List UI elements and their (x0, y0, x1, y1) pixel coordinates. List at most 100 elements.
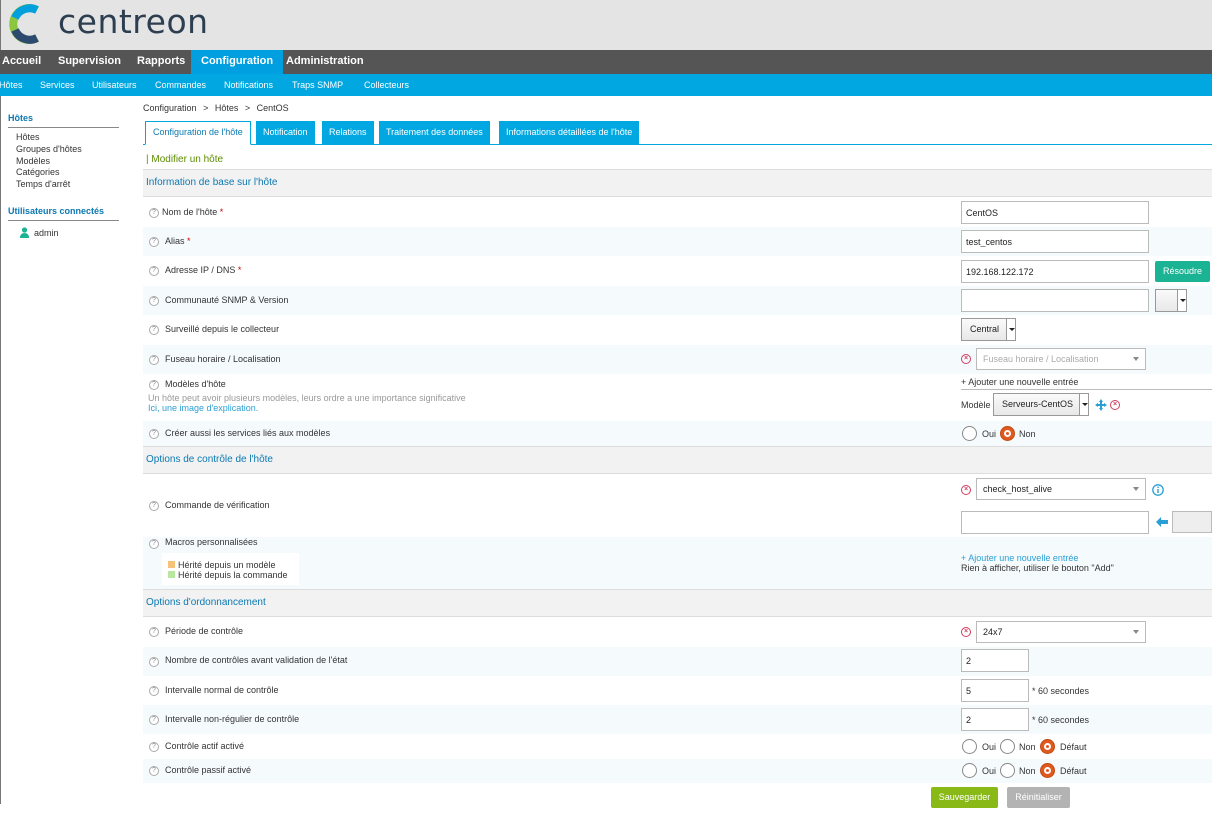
help-icon[interactable]: ? (149, 380, 159, 390)
help-icon[interactable]: ? (149, 627, 159, 637)
clear-icon[interactable]: × (961, 354, 971, 364)
resolve-button[interactable]: Résoudre (1155, 261, 1211, 282)
breadcrumb-hotes[interactable]: Hôtes (215, 103, 239, 113)
create-services-non-radio[interactable] (1000, 426, 1015, 441)
help-icon[interactable]: ? (149, 766, 159, 776)
snmp-community-input[interactable] (961, 289, 1149, 312)
move-icon[interactable] (1095, 399, 1107, 411)
sidebar-users-title: Utilisateurs connectés (8, 206, 105, 216)
check-command-select[interactable]: check_host_alive (976, 478, 1146, 500)
main-nav: Accueil Supervision Rapports Configurati… (0, 50, 1212, 74)
field-label: Intervalle non-régulier de contrôle (165, 714, 300, 724)
section-title: Options d'ordonnancement (146, 597, 266, 608)
poller-select[interactable]: Central (961, 318, 1016, 341)
field-label: Modèles d'hôte (165, 379, 226, 389)
subnav-utilisateurs[interactable]: Utilisateurs (92, 74, 137, 96)
add-macro-link[interactable]: + Ajouter une nouvelle entrée (961, 553, 1078, 563)
nav-administration[interactable]: Administration (276, 50, 374, 74)
sidebar-item-temps-arret[interactable]: Temps d'arrêt (16, 179, 70, 189)
breadcrumb-configuration[interactable]: Configuration (143, 103, 197, 113)
active-checks-non-radio[interactable] (1000, 739, 1015, 754)
tab-notification[interactable]: Notification (256, 121, 315, 144)
subnav-commandes[interactable]: Commandes (155, 74, 206, 96)
retry-interval-input[interactable] (961, 708, 1029, 731)
clear-icon[interactable]: × (961, 485, 971, 495)
help-icon[interactable]: ? (149, 715, 159, 725)
breadcrumb-separator: > (203, 103, 209, 113)
centreon-logo-icon[interactable] (7, 4, 47, 44)
tab-relations[interactable]: Relations (322, 121, 374, 144)
info-icon[interactable] (1152, 484, 1164, 496)
subnav-hotes[interactable]: Hôtes (0, 74, 23, 96)
section-check-options: Options de contrôle de l'hôte (143, 446, 1212, 474)
active-checks-oui-radio[interactable] (962, 739, 977, 754)
check-period-select[interactable]: 24x7 (976, 621, 1146, 643)
sidebar-item-modeles[interactable]: Modèles (16, 156, 50, 166)
passive-checks-oui-radio[interactable] (962, 763, 977, 778)
subnav-services[interactable]: Services (40, 74, 75, 96)
help-icon[interactable]: ? (149, 539, 159, 549)
args-helper-box[interactable] (1172, 511, 1212, 533)
help-icon[interactable]: ? (149, 266, 159, 276)
passive-checks-defaut-radio[interactable] (1040, 763, 1055, 778)
nav-configuration[interactable]: Configuration (191, 50, 284, 74)
help-icon[interactable]: ? (149, 742, 159, 752)
section-basic-info: Information de base sur l'hôte (143, 169, 1212, 197)
macros-empty-text: Rien à afficher, utiliser le bouton "Add… (961, 563, 1114, 573)
tab-informations[interactable]: Informations détaillées de l'hôte (499, 121, 640, 144)
sidebar-item-groupes[interactable]: Groupes d'hôtes (16, 144, 82, 154)
sidebar-user-admin[interactable]: admin (34, 228, 59, 238)
check-command-args-input[interactable] (961, 511, 1149, 534)
active-checks-defaut-radio[interactable] (1040, 739, 1055, 754)
legend-swatch-command (168, 571, 175, 578)
help-icon[interactable]: ? (149, 355, 159, 365)
legend-command: Hérité depuis la commande (178, 570, 288, 580)
tab-traitement[interactable]: Traitement des données (379, 121, 490, 144)
timezone-select[interactable]: Fuseau horaire / Localisation (976, 348, 1146, 370)
row-max-attempts: ? Nombre de contrôles avant validation d… (143, 647, 1212, 676)
sidebar-item-categories[interactable]: Catégories (16, 167, 60, 177)
nav-rapports[interactable]: Rapports (127, 50, 195, 74)
help-icon[interactable]: ? (149, 429, 159, 439)
nav-accueil[interactable]: Accueil (0, 50, 51, 74)
help-icon[interactable]: ? (149, 296, 159, 306)
field-label: Créer aussi les services liés aux modèle… (165, 428, 331, 438)
clear-icon[interactable]: × (961, 627, 971, 637)
section-scheduling: Options d'ordonnancement (143, 589, 1212, 617)
template-select[interactable]: Serveurs-CentOS (993, 393, 1089, 416)
remove-template-icon[interactable]: × (1110, 400, 1120, 410)
snmp-version-select[interactable] (1155, 289, 1187, 312)
alias-input[interactable] (961, 230, 1149, 253)
nav-supervision[interactable]: Supervision (48, 50, 131, 74)
field-label: Commande de vérification (165, 500, 270, 510)
app-header: centreon (0, 0, 1212, 50)
address-input[interactable] (961, 260, 1149, 283)
save-button[interactable]: Sauvegarder (931, 787, 998, 808)
chevron-down-icon (1133, 357, 1139, 364)
help-icon[interactable]: ? (149, 686, 159, 696)
create-services-oui-radio[interactable] (962, 426, 977, 441)
help-icon[interactable]: ? (149, 325, 159, 335)
normal-interval-input[interactable] (961, 679, 1029, 702)
help-icon[interactable]: ? (149, 501, 159, 511)
chevron-down-icon (1006, 319, 1015, 340)
help-icon[interactable]: ? (149, 237, 159, 247)
tab-configuration[interactable]: Configuration de l'hôte (145, 121, 251, 145)
help-icon[interactable]: ? (149, 208, 159, 218)
add-template-link[interactable]: + Ajouter une nouvelle entrée (961, 377, 1078, 387)
sidebar-item-hotes[interactable]: Hôtes (16, 132, 40, 142)
host-name-input[interactable] (961, 201, 1149, 224)
help-icon[interactable]: ? (149, 657, 159, 667)
form-title: | Modifier un hôte (146, 154, 224, 165)
max-attempts-input[interactable] (961, 649, 1029, 672)
passive-checks-non-radio[interactable] (1000, 763, 1015, 778)
subnav-collecteurs[interactable]: Collecteurs (364, 74, 409, 96)
arrow-left-icon[interactable] (1156, 517, 1168, 527)
radio-label: Non (1019, 742, 1036, 752)
subnav-notifications[interactable]: Notifications (224, 74, 273, 96)
subnav-traps-snmp[interactable]: Traps SNMP (292, 74, 343, 96)
templates-help-link[interactable]: Ici, une image d'explication. (148, 403, 258, 413)
chevron-down-icon (1079, 394, 1088, 415)
reset-button[interactable]: Réinitialiser (1007, 787, 1070, 808)
section-title: Options de contrôle de l'hôte (146, 454, 273, 465)
